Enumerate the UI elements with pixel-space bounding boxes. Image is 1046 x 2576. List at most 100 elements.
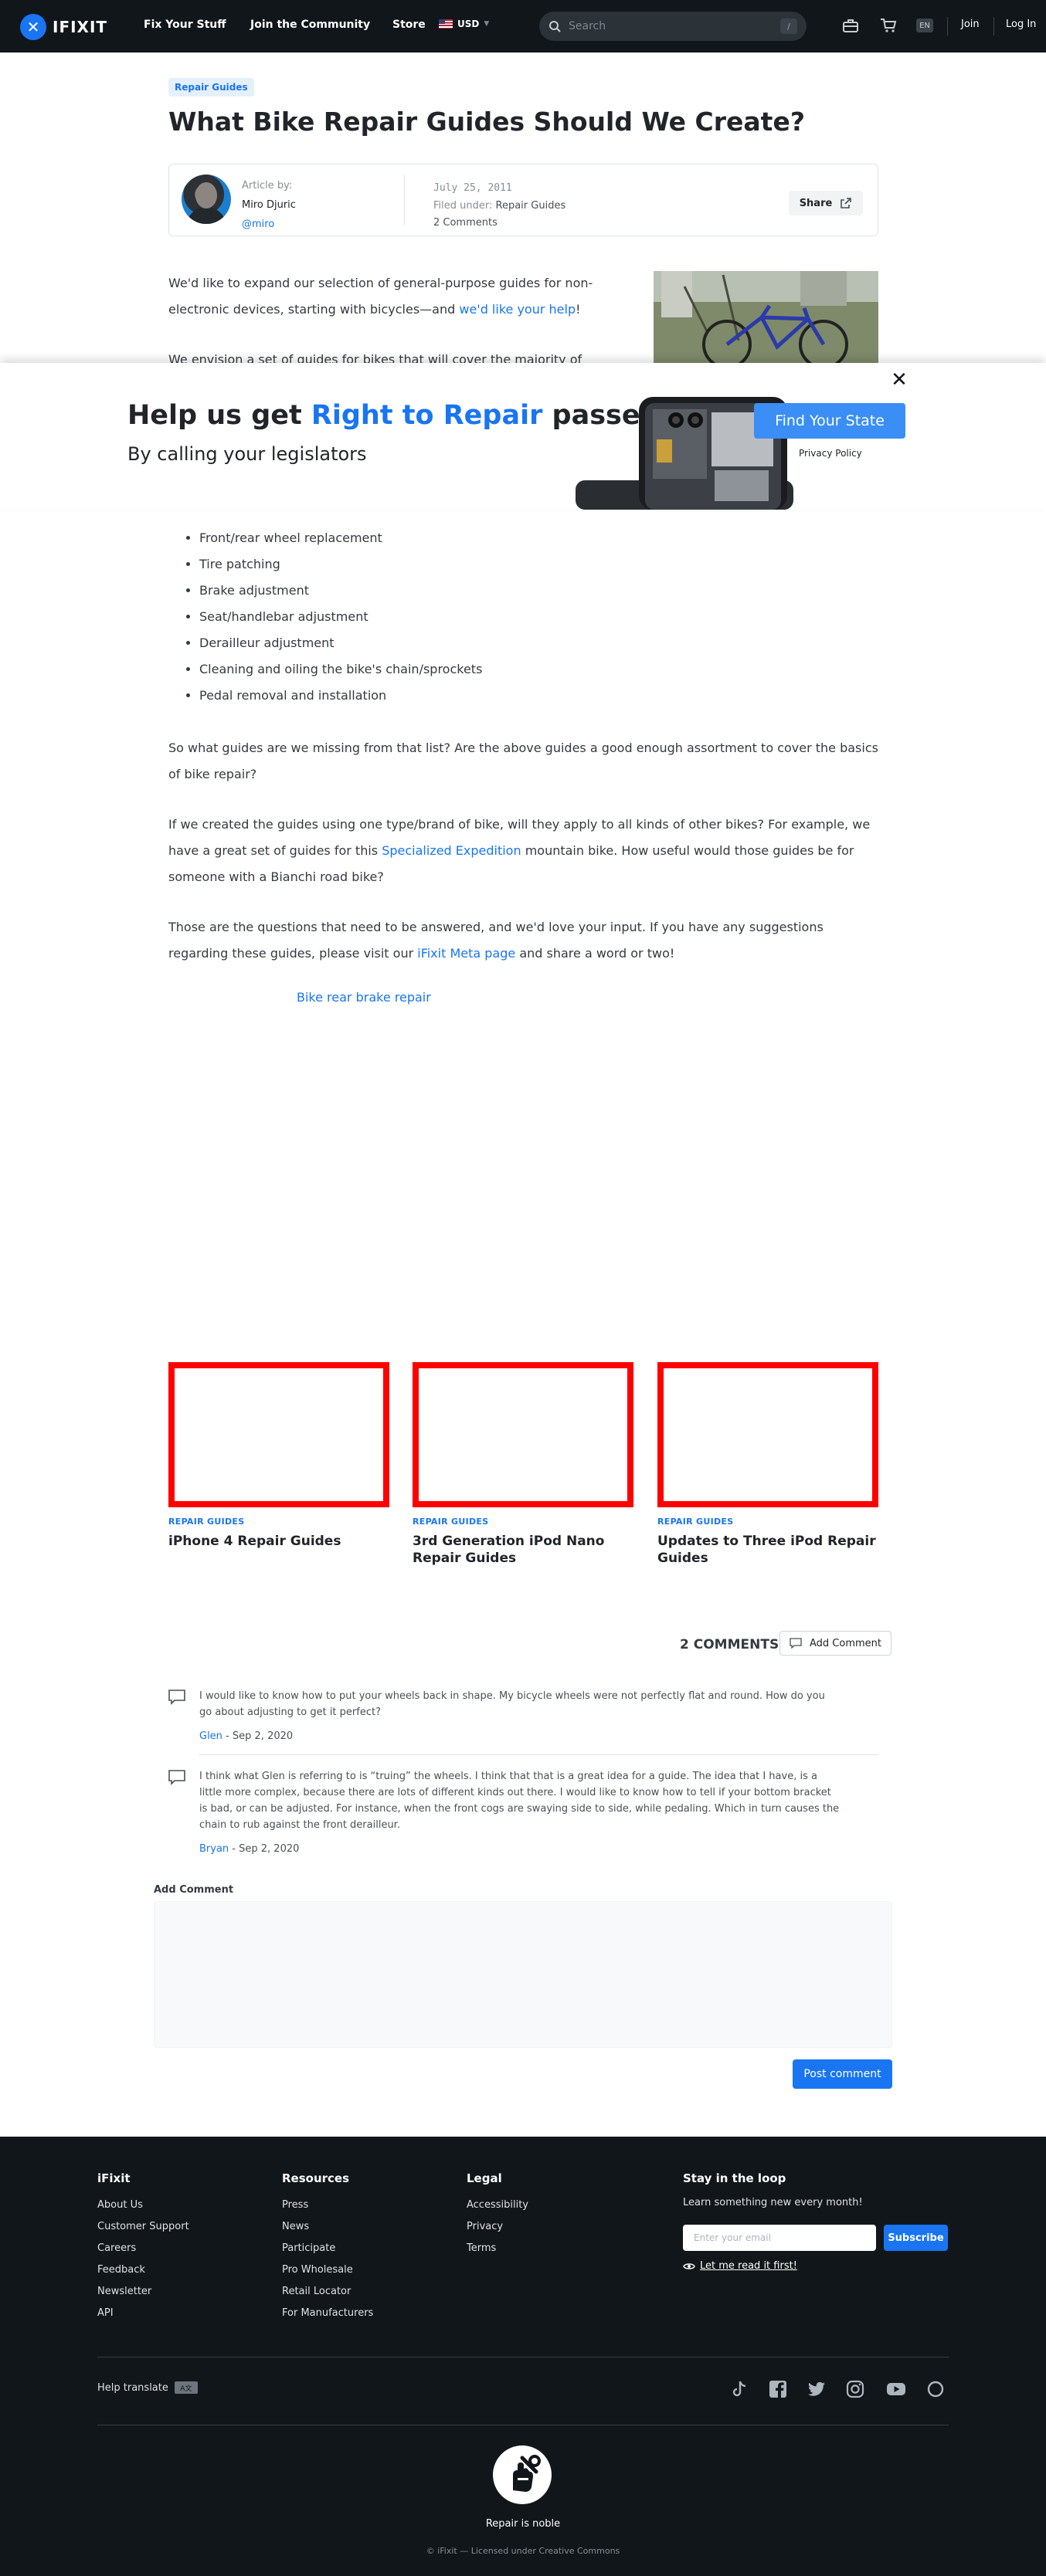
related-card[interactable]: REPAIR GUIDES iPhone 4 Repair Guides — [168, 1362, 389, 1550]
footer-link[interactable]: Participate — [282, 2238, 373, 2259]
cart-icon[interactable] — [880, 17, 897, 34]
share-label: Share — [799, 197, 833, 209]
avatar-body-shape — [186, 207, 226, 224]
twitter-icon[interactable] — [807, 2379, 827, 2399]
card-thumbnail — [657, 1362, 878, 1507]
banner-subtitle: By calling your legislators — [127, 443, 367, 465]
comment-date: - Sep 2, 2020 — [222, 1730, 294, 1742]
footer-link[interactable]: News — [282, 2216, 373, 2238]
footer-link[interactable]: Feedback — [97, 2259, 189, 2281]
filed-category-link[interactable]: Repair Guides — [496, 200, 566, 212]
footer-column-ifixit: iFixit About Us Customer Support Careers… — [97, 2171, 189, 2324]
ifixit-logo-icon: ✕ — [20, 14, 46, 40]
list-item: Front/rear wheel replacement — [199, 525, 482, 551]
search-input[interactable] — [561, 20, 780, 32]
list-item: Cleaning and oiling the bike's chain/spr… — [199, 656, 482, 683]
add-comment-button[interactable]: Add Comment — [779, 1631, 891, 1656]
instagram-icon[interactable] — [845, 2379, 865, 2399]
share-button[interactable]: Share — [789, 191, 863, 215]
card-title[interactable]: Updates to Three iPod Repair Guides — [657, 1533, 878, 1567]
facebook-icon[interactable] — [768, 2379, 788, 2399]
rss-icon[interactable] — [925, 2379, 946, 2399]
author-handle-link[interactable]: @miro — [242, 219, 274, 230]
youtube-icon[interactable] — [886, 2379, 906, 2399]
read-first-link[interactable]: Let me read it first! — [683, 2260, 797, 2272]
comment-count-link[interactable]: 2 Comments — [433, 217, 498, 229]
post-comment-button[interactable]: Post comment — [793, 2059, 892, 2089]
footer-link[interactable]: Careers — [97, 2238, 189, 2259]
nav-fix-your-stuff[interactable]: Fix Your Stuff — [144, 19, 226, 31]
bike-photo-illustration — [654, 271, 878, 363]
footer-link[interactable]: Customer Support — [97, 2216, 189, 2238]
footer-link[interactable]: Terms — [467, 2238, 528, 2259]
comment-textarea[interactable] — [154, 1901, 892, 2048]
language-selector[interactable]: EN — [916, 19, 933, 32]
footer-link[interactable]: Newsletter — [97, 2281, 189, 2303]
newsletter-email-input[interactable] — [683, 2225, 876, 2251]
card-kicker: REPAIR GUIDES — [168, 1517, 245, 1527]
card-kicker: REPAIR GUIDES — [413, 1517, 489, 1527]
meta-page-link[interactable]: iFixit Meta page — [417, 946, 515, 961]
related-card[interactable]: REPAIR GUIDES Updates to Three iPod Repa… — [657, 1362, 878, 1567]
footer-link[interactable]: About Us — [97, 2195, 189, 2216]
privacy-policy-link[interactable]: Privacy Policy — [799, 448, 862, 459]
close-icon[interactable]: ✕ — [890, 368, 908, 391]
footer-link[interactable]: Accessibility — [467, 2195, 528, 2216]
footer-link[interactable]: Retail Locator — [282, 2281, 373, 2303]
currency-selector[interactable]: USD ▼ — [439, 19, 489, 29]
bike-rear-brake-link[interactable]: Bike rear brake repair — [297, 990, 431, 1005]
search-bar[interactable]: / — [539, 12, 807, 41]
nav-join-community[interactable]: Join the Community — [250, 19, 370, 31]
category-tag[interactable]: Repair Guides — [168, 78, 254, 97]
footer-column-title: Legal — [467, 2171, 502, 2185]
questions-end: and share a word or two! — [515, 946, 675, 961]
avatar-face-shape — [195, 182, 217, 208]
join-link[interactable]: Join — [961, 19, 980, 30]
specialized-expedition-link[interactable]: Specialized Expedition — [382, 843, 521, 858]
list-item: Brake adjustment — [199, 578, 482, 604]
comment-author-link[interactable]: Bryan — [199, 1843, 229, 1855]
help-link[interactable]: we'd like your help — [459, 302, 576, 317]
nav-store[interactable]: Store — [392, 19, 426, 31]
card-kicker: REPAIR GUIDES — [657, 1517, 734, 1527]
bike-photo[interactable] — [654, 271, 878, 363]
add-comment-form-label: Add Comment — [154, 1884, 234, 1896]
find-your-state-button[interactable]: Find Your State — [754, 403, 905, 439]
footer-link[interactable]: For Manufacturers — [282, 2303, 373, 2324]
list-item: Pedal removal and installation — [199, 683, 482, 709]
login-link[interactable]: Log In — [1006, 19, 1036, 30]
tiktok-icon[interactable] — [729, 2379, 749, 2399]
footer-link[interactable]: Privacy — [467, 2216, 528, 2238]
article-title: What Bike Repair Guides Should We Create… — [168, 107, 805, 137]
subscribe-button[interactable]: Subscribe — [884, 2225, 948, 2251]
help-translate-label: Help translate — [97, 2381, 168, 2394]
comment-item: I think what Glen is referring to is “tr… — [168, 1768, 878, 1861]
guide-list: Front/rear wheel replacement Tire patchi… — [199, 525, 482, 709]
author-name: Miro Djuric — [242, 199, 296, 211]
comment-body: I would like to know how to put your whe… — [199, 1690, 825, 1718]
meta-divider — [404, 175, 405, 225]
comments-count: 2 COMMENTS — [680, 1637, 779, 1652]
add-comment-label: Add Comment — [810, 1637, 881, 1649]
footer-link[interactable]: Pro Wholesale — [282, 2259, 373, 2281]
repair-hand-logo-icon[interactable] — [493, 2446, 552, 2504]
nav-divider — [947, 17, 948, 36]
footer-link[interactable]: API — [97, 2303, 189, 2324]
footer-tagline: Repair is noble — [485, 2518, 561, 2530]
card-title[interactable]: iPhone 4 Repair Guides — [168, 1533, 389, 1550]
comment-meta: Glen - Sep 2, 2020 — [199, 1730, 293, 1742]
related-card[interactable]: REPAIR GUIDES 3rd Generation iPod Nano R… — [413, 1362, 633, 1567]
ifixit-logo[interactable]: ✕ IFIXIT — [20, 14, 107, 40]
card-title[interactable]: 3rd Generation iPod Nano Repair Guides — [413, 1533, 633, 1567]
chevron-down-icon: ▼ — [484, 20, 490, 28]
comment-author-link[interactable]: Glen — [199, 1730, 222, 1742]
questions-paragraph: Those are the questions that need to be … — [168, 914, 878, 967]
footer-link[interactable]: Press — [282, 2195, 373, 2216]
article-meta-card: Article by: Miro Djuric @miro July 25, 2… — [168, 164, 878, 236]
help-translate-link[interactable]: Help translate A文 — [97, 2381, 198, 2394]
banner-title-pre: Help us get — [127, 400, 311, 431]
author-avatar[interactable] — [182, 175, 231, 224]
toolbox-icon[interactable] — [842, 17, 859, 34]
us-flag-icon — [439, 19, 453, 29]
comment-date: - Sep 2, 2020 — [229, 1843, 300, 1855]
